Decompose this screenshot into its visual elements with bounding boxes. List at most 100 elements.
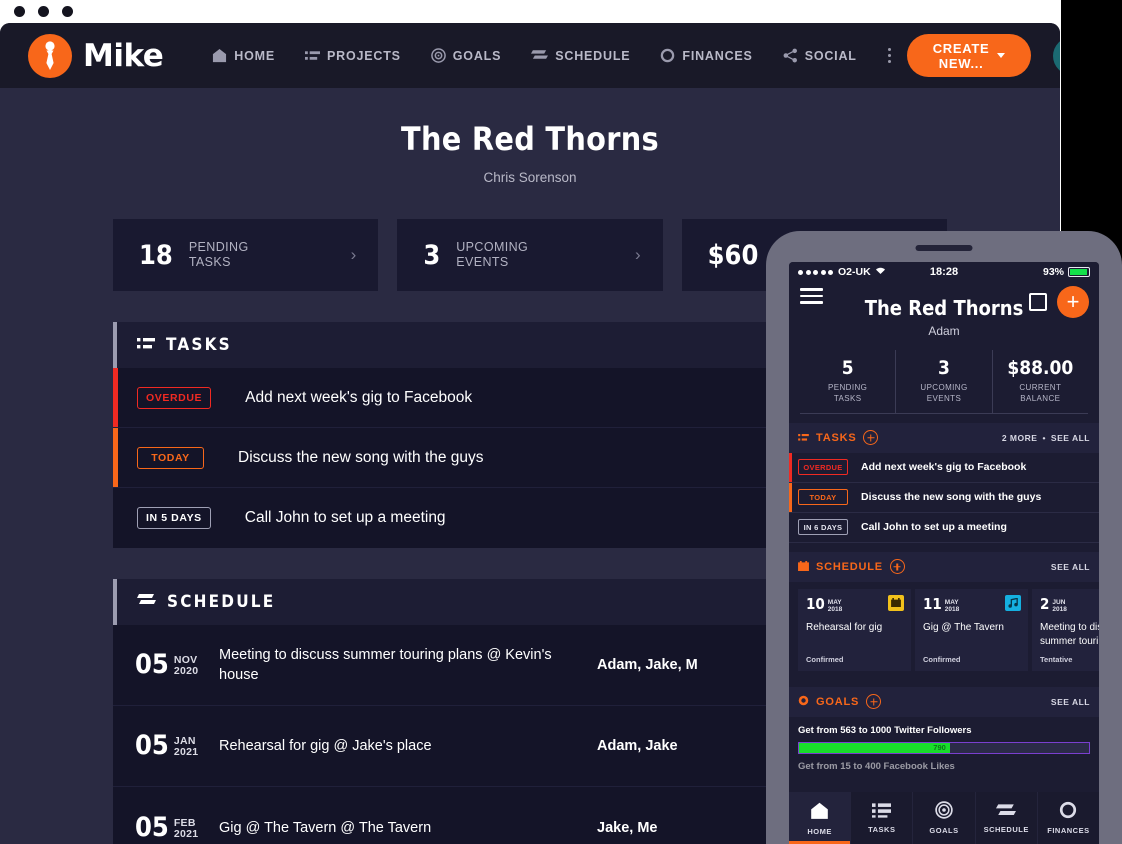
add-goal-button[interactable]	[866, 694, 882, 709]
nav-item-schedule[interactable]: SCHEDULE	[516, 49, 645, 63]
phone-tasks-title: TASKS	[816, 431, 857, 444]
stat-label-line2: EVENTS	[926, 393, 962, 403]
event-month: MAY	[827, 598, 842, 606]
list-item[interactable]: TODAY Discuss the new song with the guys	[789, 482, 1099, 513]
window-dot-minimize[interactable]	[38, 6, 49, 17]
stat-label: UPCOMING EVENTS	[896, 382, 991, 404]
stat-label-line1: UPCOMING	[456, 240, 529, 254]
event-attendees: Adam, Jake, M	[597, 657, 698, 673]
nav-item-finances-label: FINANCES	[682, 48, 753, 63]
event-day: 05	[135, 811, 169, 843]
screenshot-stage: Mike HOME PROJECTS GOALS SCHEDULE FINANC…	[0, 0, 1122, 844]
kebab-menu-icon[interactable]	[872, 48, 907, 63]
stat-label: PENDING TASKS	[800, 382, 895, 404]
stat-card-upcoming-events[interactable]: 3 UPCOMING EVENTS ›	[397, 219, 663, 291]
list-item[interactable]: 11 MAY 2018 Gig @ The Tavern Confirmed	[915, 588, 1028, 671]
add-event-button[interactable]	[889, 559, 905, 574]
create-new-label: CREATE NEW...	[932, 40, 990, 71]
nav-item-social[interactable]: SOCIAL	[768, 48, 872, 63]
event-day: 11	[923, 594, 942, 613]
event-date: 05 FEB 2021	[135, 811, 219, 843]
status-bar	[789, 482, 792, 512]
phone-stat-cards: 5 PENDING TASKS 3 UPCOMING EVENTS $88.00	[800, 349, 1088, 414]
window-dot-close[interactable]	[14, 6, 25, 17]
phone-mockup: O2-UK 18:28 93% + The Red Thorns Adam 5 …	[766, 231, 1122, 844]
tab-home[interactable]: HOME	[789, 792, 852, 844]
create-new-button[interactable]: CREATE NEW...	[906, 34, 1032, 77]
stat-value: 3	[423, 239, 441, 271]
see-all-link[interactable]: SEE ALL	[1051, 562, 1090, 572]
status-badge: IN 5 DAYS	[137, 507, 211, 529]
stat-label-line2: BALANCE	[1020, 393, 1061, 403]
nav-item-home-label: HOME	[234, 48, 275, 63]
tab-finances-label: FINANCES	[1047, 826, 1090, 835]
event-description: Gig @ The Tavern	[923, 621, 1004, 633]
tab-finances[interactable]: FINANCES	[1038, 792, 1099, 844]
phone-schedule-cards: 10 MAY 2018 Rehearsal for gig Confirmed	[789, 581, 1099, 678]
list-item[interactable]: IN 6 DAYS Call John to set up a meeting	[789, 512, 1099, 543]
nav-links: HOME PROJECTS GOALS SCHEDULE FINANCES SO…	[197, 48, 871, 63]
stat-card-pending-tasks[interactable]: 18 PENDING TASKS ›	[113, 219, 379, 291]
target-icon	[935, 801, 953, 821]
nav-item-finances[interactable]: FINANCES	[645, 48, 767, 63]
event-year: 2021	[173, 827, 199, 840]
phone-tasks-list: OVERDUE Add next week's gig to Facebook …	[789, 452, 1099, 543]
phone-header-actions: +	[1029, 286, 1089, 318]
nav-item-projects-label: PROJECTS	[327, 48, 401, 63]
see-all-link[interactable]: SEE ALL	[1051, 697, 1090, 707]
tab-tasks[interactable]: TASKS	[851, 792, 914, 844]
phone-stat-pending-tasks[interactable]: 5 PENDING TASKS	[800, 349, 897, 413]
goal-text: Get from 563 to 1000 Twitter Followers	[798, 724, 972, 736]
see-all-link[interactable]: SEE ALL	[1051, 433, 1090, 443]
event-description: Rehearsal for gig	[806, 621, 883, 633]
event-month: JUN	[1052, 598, 1066, 606]
list-item[interactable]: 2 JUN 2018 Meeting to discuss summer tou…	[1032, 588, 1099, 671]
tab-home-label: HOME	[807, 826, 832, 836]
event-month: MAY	[944, 598, 959, 606]
window-dot-maximize[interactable]	[62, 6, 73, 17]
chevron-right-icon: ›	[634, 245, 641, 264]
layers-icon	[531, 49, 549, 62]
event-year: 2018	[1052, 605, 1067, 613]
task-text: Discuss the new song with the guys	[238, 448, 484, 466]
phone-stat-upcoming-events[interactable]: 3 UPCOMING EVENTS	[896, 349, 993, 413]
phone-tasks-header: TASKS 2 MORE • SEE ALL	[789, 422, 1099, 453]
tab-schedule[interactable]: SCHEDULE	[976, 792, 1038, 844]
phone-schedule-meta: SEE ALL	[1051, 562, 1090, 572]
goal-text: Get from 15 to 400 Facebook Likes	[798, 760, 955, 772]
page-subtitle: Chris Sorenson	[483, 170, 577, 185]
page-header: The Red Thorns Chris Sorenson	[0, 88, 1060, 191]
signal-dots-icon	[798, 269, 833, 275]
edit-square-icon[interactable]	[1029, 293, 1047, 311]
carrier-label: O2-UK	[838, 266, 871, 278]
tie-logo-icon	[28, 33, 72, 78]
tab-goals[interactable]: GOALS	[913, 792, 976, 844]
event-month-year: MAY 2018	[828, 597, 842, 613]
phone-goals-meta: SEE ALL	[1051, 697, 1090, 707]
nav-item-projects[interactable]: PROJECTS	[290, 49, 416, 63]
phone-header: + The Red Thorns Adam	[789, 282, 1099, 338]
home-icon	[212, 48, 227, 63]
nav-item-goals-label: GOALS	[452, 48, 502, 63]
add-button[interactable]: +	[1057, 286, 1089, 318]
brand[interactable]: Mike	[28, 33, 164, 78]
task-text: Add next week's gig to Facebook	[861, 461, 1027, 473]
goal-progress-fill: 790	[799, 742, 950, 753]
nav-item-home[interactable]: HOME	[197, 48, 290, 63]
status-badge: OVERDUE	[137, 386, 212, 409]
avatar: J	[1053, 36, 1060, 75]
phone-stat-current-balance[interactable]: $88.00 CURRENT BALANCE	[993, 350, 1088, 413]
list-item[interactable]: OVERDUE Add next week's gig to Facebook	[789, 452, 1099, 483]
add-task-button[interactable]	[863, 430, 879, 445]
user-menu[interactable]: J	[1053, 36, 1060, 75]
task-text: Call John to set up a meeting	[861, 521, 1007, 533]
schedule-panel-title: SCHEDULE	[137, 592, 275, 612]
list-icon	[305, 50, 320, 62]
event-attendees: Jake, Me	[597, 819, 658, 836]
event-month-year: JUN 2018	[1052, 597, 1066, 613]
phone-goal-item[interactable]: Get from 563 to 1000 Twitter Followers 7…	[789, 716, 1099, 776]
nav-item-goals[interactable]: GOALS	[416, 48, 516, 63]
event-year: 2018	[827, 605, 843, 613]
list-item[interactable]: 10 MAY 2018 Rehearsal for gig Confirmed	[798, 588, 911, 671]
event-status: Tentative	[1040, 654, 1073, 664]
